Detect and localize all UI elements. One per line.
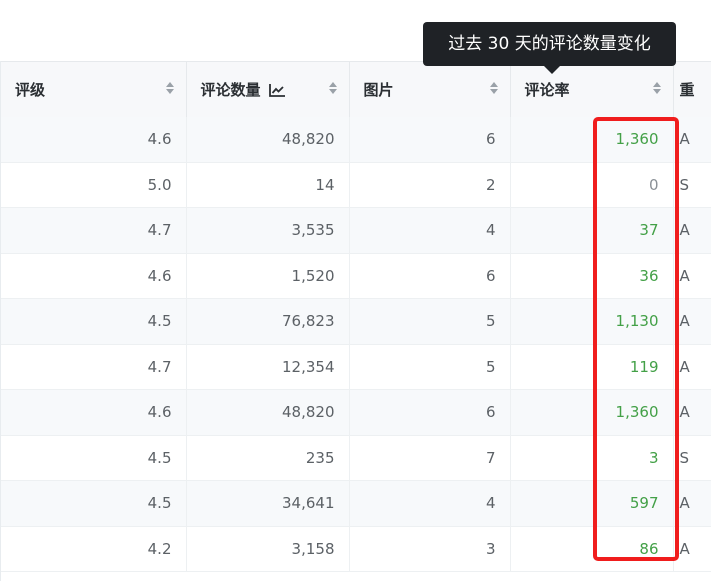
column-header-label: 评论数量 — [200, 80, 261, 99]
cell-images: 5 — [349, 344, 511, 390]
cell-review-count: 12,354 — [186, 344, 350, 390]
column-header-rating[interactable]: 评级 — [1, 61, 187, 117]
table-header: 评级 评论数量 图片 评论率 重 — [1, 61, 711, 117]
cell-review-count: 34,641 — [186, 480, 350, 527]
cell-review-count: 14 — [186, 162, 350, 208]
cell-images: 7 — [349, 435, 511, 481]
cell-rating: 4.7 — [1, 207, 187, 254]
cell-review-count: 48,820 — [186, 117, 350, 163]
cell-rating: 4.6 — [1, 117, 187, 163]
cell-images: 3 — [349, 526, 511, 572]
cell-rating: 4.7 — [1, 344, 187, 390]
column-header-label: 评论率 — [524, 81, 570, 99]
cell-review-count: 3,535 — [186, 207, 350, 254]
cell-review-count: 48,820 — [186, 389, 350, 436]
cell-images: 5 — [349, 298, 511, 345]
sort-icon[interactable] — [165, 82, 174, 96]
cell-rating: 4.5 — [1, 435, 187, 481]
column-header-images[interactable]: 图片 — [349, 61, 511, 117]
cell-review-count: 76,823 — [186, 298, 350, 345]
cell-rating: 4.6 — [1, 253, 187, 299]
sort-icon[interactable] — [489, 82, 498, 96]
cell-rating: 4.6 — [1, 389, 187, 436]
column-header-label: 重 — [679, 81, 695, 99]
cell-images: 6 — [349, 117, 511, 163]
sort-icon[interactable] — [328, 82, 337, 96]
cell-review-count: 1,520 — [186, 253, 350, 299]
trend-chart-icon[interactable] — [268, 83, 286, 101]
cell-images: 2 — [349, 162, 511, 208]
cell-rating: 4.2 — [1, 526, 187, 572]
review-rate-highlight-box — [593, 117, 679, 561]
tooltip-review-change: 过去 30 天的评论数量变化 — [423, 22, 676, 74]
sort-icon[interactable] — [652, 82, 661, 96]
cell-review-count: 235 — [186, 435, 350, 481]
cell-rating: 4.5 — [1, 298, 187, 345]
column-header-label: 评级 — [15, 81, 46, 99]
cell-review-count: 3,158 — [186, 526, 350, 572]
cell-rating: 4.5 — [1, 480, 187, 527]
cell-images: 4 — [349, 207, 511, 254]
column-header-label: 图片 — [363, 81, 394, 99]
cell-images: 6 — [349, 389, 511, 436]
cell-images: 6 — [349, 253, 511, 299]
column-header-review-rate[interactable]: 评论率 — [510, 61, 674, 117]
cell-rating: 5.0 — [1, 162, 187, 208]
column-header-review-count[interactable]: 评论数量 — [186, 61, 350, 117]
column-header-next[interactable]: 重 — [673, 61, 711, 117]
cell-images: 4 — [349, 480, 511, 527]
